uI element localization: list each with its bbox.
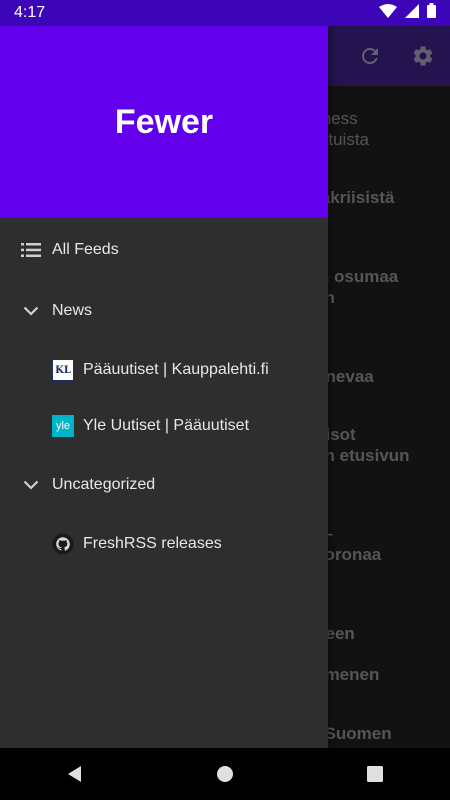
drawer-item-label: Uncategorized	[52, 476, 156, 493]
chevron-down-icon[interactable]	[20, 474, 42, 496]
home-icon[interactable]	[201, 750, 249, 798]
yle-logo: yle	[52, 415, 74, 437]
drawer-item-label: News	[52, 302, 93, 319]
status-bar: 4:17	[0, 0, 450, 26]
drawer-header: Fewer	[0, 26, 328, 218]
list-icon	[20, 239, 42, 261]
drawer-item-label: FreshRSS releases	[83, 535, 222, 552]
drawer-title: Fewer	[114, 102, 214, 141]
system-nav-bar	[0, 748, 450, 800]
drawer-item-uncategorized[interactable]: Uncategorized	[0, 461, 328, 509]
kauppalehti-logo-text: KL	[52, 359, 74, 381]
github-icon	[52, 533, 74, 555]
back-icon[interactable]	[51, 750, 99, 798]
kauppalehti-logo: KL	[52, 359, 74, 381]
status-time: 4:17	[14, 4, 46, 21]
drawer-item-label: All Feeds	[52, 241, 119, 258]
drawer-item-kauppalehti[interactable]: KL Pääuutiset | Kauppalehti.fi	[0, 346, 328, 394]
drawer-item-label: Yle Uutiset | Pääuutiset	[83, 417, 250, 434]
drawer-item-news[interactable]: News	[0, 287, 328, 335]
signal-icon	[405, 3, 419, 23]
drawer-item-all-feeds[interactable]: All Feeds	[0, 226, 328, 274]
screen: 4:17 usiness onatuista onakriisistä a ee…	[0, 0, 450, 800]
status-icons	[379, 3, 436, 23]
yle-logo-text: yle	[52, 415, 74, 437]
drawer-item-freshrss[interactable]: FreshRSS releases	[0, 520, 328, 568]
navigation-drawer: Fewer All Feeds News KL Pääuutiset | Kau…	[0, 26, 328, 748]
wifi-icon	[379, 3, 397, 23]
drawer-item-label: Pääuutiset | Kauppalehti.fi	[83, 361, 269, 378]
recents-icon[interactable]	[351, 750, 399, 798]
drawer-item-yle[interactable]: yle Yle Uutiset | Pääuutiset	[0, 402, 328, 450]
chevron-down-icon[interactable]	[20, 300, 42, 322]
battery-icon	[427, 3, 436, 23]
